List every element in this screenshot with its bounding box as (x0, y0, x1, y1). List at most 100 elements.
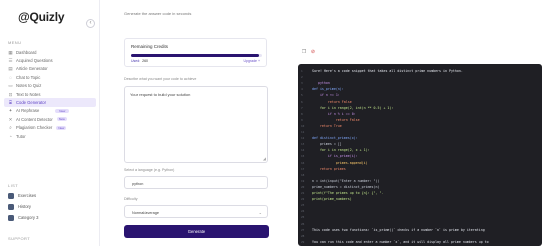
code-line: return False (312, 117, 360, 122)
sidebar-item-label: Dashboard (16, 49, 37, 55)
line-number: 16 (301, 160, 305, 165)
copy-icon[interactable]: ❐ (301, 49, 307, 55)
project-label: Category 3 (18, 215, 39, 220)
output-toolbar: ❐ ⊘ (301, 40, 319, 58)
sidebar-item-label: Chat to Topic (16, 74, 41, 80)
chevron-down-icon: ⌄ (258, 209, 262, 215)
sidebar-item[interactable]: ◌ Chat to Topic (4, 73, 96, 81)
generate-button[interactable]: Generate (124, 225, 269, 238)
sidebar-item-label: Plagiarism Checker (16, 125, 53, 131)
line-number: 18 (301, 172, 305, 177)
upgrade-link[interactable]: Upgrade + (244, 59, 260, 63)
line-number: 6 (301, 99, 303, 104)
new-badge: New (56, 125, 67, 130)
line-number: 13 (301, 142, 305, 147)
code-line: This code uses two functions: `is_prime(… (312, 227, 485, 232)
grid-icon: ▦ (8, 49, 13, 55)
prompt-textarea[interactable]: Your request to build your solution ◢ (124, 86, 268, 163)
close-icon: ✕ (8, 116, 13, 122)
code-line: return False (312, 99, 352, 104)
code-line: def distinct_primes(x): (312, 136, 358, 141)
line-number: 12 (301, 136, 305, 141)
code-line: python (312, 81, 330, 86)
project-item[interactable]: Exercises (4, 190, 96, 201)
credits-title: Remaining Credits (131, 44, 169, 49)
sidebar-projects: Exercises History Category 3 (4, 190, 96, 223)
sidebar-item[interactable]: ☰ Acquired Questions (4, 56, 96, 64)
sidebar-item[interactable]: ▭ Notes to Quiz (4, 82, 96, 90)
credits-used-value: 260 (142, 59, 148, 63)
code-line: for i in range(2, int(n ** 0.5) + 1): (312, 105, 394, 110)
line-number: 5 (301, 93, 303, 98)
document-icon: ▤ (8, 66, 13, 72)
sparkle-icon: ✦ (8, 108, 13, 114)
difficulty-select[interactable]: Normal/average ⌄ (124, 205, 268, 218)
code-line: if n % i == 0: (312, 111, 356, 116)
line-number: 3 (301, 81, 303, 86)
line-number: 7 (301, 105, 303, 110)
sidebar-item[interactable]: ✕ AI Content Detector New (4, 115, 96, 123)
sidebar-item-label: Notes to Quiz (16, 83, 42, 89)
bulb-icon: ◔ (9, 133, 12, 139)
project-square-icon (8, 203, 14, 210)
code-icon: ⌸ (9, 100, 12, 106)
sidebar-item-label: Text to Notes (16, 91, 41, 97)
line-number: 8 (301, 111, 303, 116)
line-number: 26 (301, 221, 305, 226)
line-number: 20 (301, 184, 305, 189)
code-line: return True (312, 123, 342, 128)
code-line: print(f"The primes up to {n}: {", ". (312, 191, 384, 195)
logo[interactable]: @Quizly (18, 10, 65, 24)
code-line: def is_prime(n): (312, 87, 344, 92)
project-label: History (18, 204, 32, 209)
sidebar-item-label: Tutor (16, 133, 26, 139)
chat-icon: ◌ (9, 74, 12, 80)
sidebar-section-support: SUPPORT (8, 236, 31, 241)
sidebar-item[interactable]: ▤ Article Generator (4, 65, 96, 73)
language-label: Select a language (e.g. Python) (124, 168, 175, 172)
difficulty-label: Difficulty (124, 197, 138, 201)
code-line: print(prime_numbers) (312, 197, 352, 202)
code-line: if is_prime(i): (312, 154, 358, 159)
sidebar-item[interactable]: ✦ AI Rephrase New (4, 107, 96, 115)
code-line: return primes (312, 166, 346, 171)
sidebar-item-label: Acquired Questions (16, 58, 53, 64)
project-square-icon (8, 192, 14, 199)
project-item[interactable]: History (4, 201, 96, 212)
difficulty-value: Normal/average (132, 210, 160, 215)
language-input[interactable]: python (124, 176, 268, 189)
sidebar-item[interactable]: ◔ Tutor (4, 132, 96, 140)
new-badge: New (55, 108, 70, 113)
sidebar: @Quizly ‹ MENU ▦ Dashboard ☰ Acquired Quest… (0, 0, 100, 246)
sidebar-item-label: Article Generator (16, 66, 48, 72)
credits-used-label: Used: (131, 59, 141, 63)
notes-icon: ▭ (8, 83, 13, 89)
sidebar-item[interactable]: ⌕ Plagiarism Checker New (4, 124, 96, 132)
line-number: 19 (301, 178, 305, 183)
sidebar-item[interactable]: ⊡ Text to Notes (4, 90, 96, 98)
resize-handle-icon[interactable]: ◢ (263, 157, 266, 161)
text-icon: ⊡ (8, 91, 13, 97)
app-root: @Quizly ‹ MENU ▦ Dashboard ☰ Acquired Quest… (0, 0, 544, 246)
line-number: 25 (301, 215, 305, 220)
credits-used: Used: 260 (131, 59, 148, 63)
upgrade-link-label: Upgrade (243, 59, 257, 63)
credits-card: Remaining Credits Used: 260 Upgrade + (124, 38, 267, 67)
line-number: 10 (301, 123, 305, 128)
code-line: if n <= 1: (312, 93, 340, 98)
sidebar-nav: ▦ Dashboard ☰ Acquired Questions ▤ Article Ge… (4, 48, 96, 140)
code-line: You can run this code and enter a number… (312, 239, 489, 244)
delete-icon[interactable]: ⊘ (310, 49, 316, 55)
project-label: Exercises (18, 193, 37, 198)
sidebar-section-menu: MENU (8, 40, 22, 45)
project-item[interactable]: Category 3 (4, 212, 96, 223)
sidebar-item[interactable]: ⌸ Code Generator (4, 98, 96, 107)
sidebar-item[interactable]: ▦ Dashboard (4, 48, 96, 56)
line-number: 14 (301, 148, 305, 153)
line-number: 2 (301, 75, 303, 80)
line-number: 21 (301, 191, 305, 195)
line-number: 24 (301, 209, 305, 214)
code-line: n = int(input("Enter a number: ")) (312, 178, 380, 183)
collapse-sidebar-icon[interactable]: ‹ (86, 19, 95, 28)
credits-progress (131, 54, 262, 57)
